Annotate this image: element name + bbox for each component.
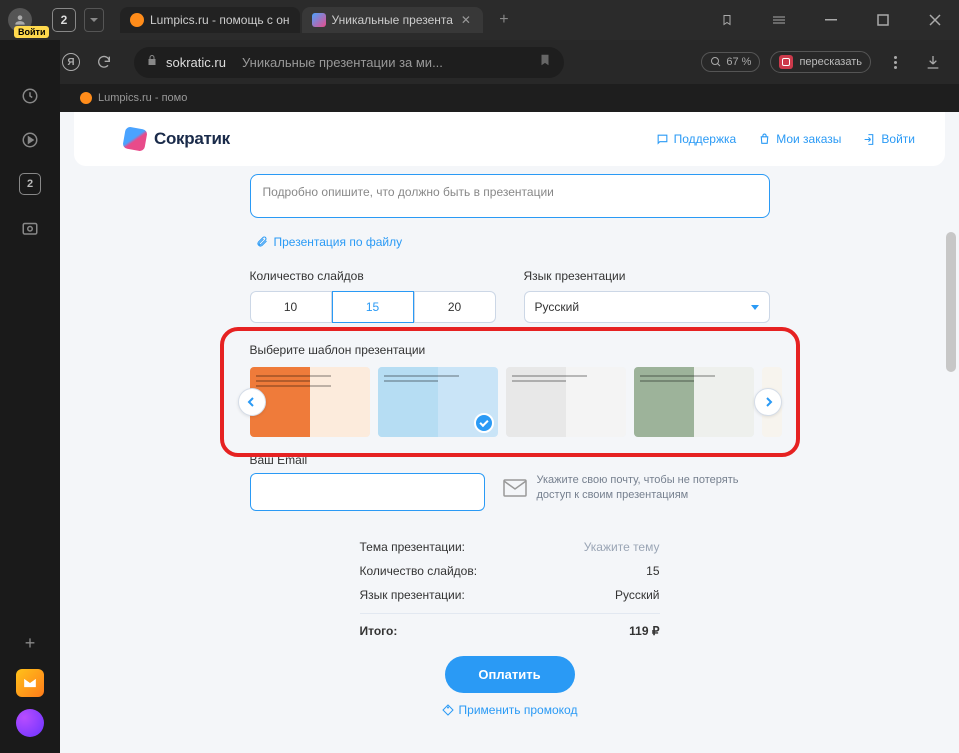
retell-icon [779, 55, 793, 69]
carousel-prev-button[interactable] [238, 388, 266, 416]
page-content: Сократик Поддержка Мои заказы Войти През… [60, 112, 959, 753]
more-icon[interactable] [881, 48, 909, 76]
pinned-tab-title[interactable]: Lumpics.ru - помо [98, 92, 187, 104]
menu-icon[interactable] [763, 4, 795, 36]
pay-button[interactable]: Оплатить [445, 656, 575, 693]
description-textarea[interactable] [250, 174, 770, 218]
add-panel-icon[interactable]: + [16, 629, 44, 657]
tab-counter[interactable]: 2 [52, 8, 76, 32]
tab-title: Lumpics.ru - помощь с он [150, 13, 290, 27]
scrollbar-thumb[interactable] [946, 232, 956, 372]
template-label: Выберите шаблон презентации [250, 343, 770, 357]
alice-icon[interactable] [16, 709, 44, 737]
support-link[interactable]: Поддержка [656, 132, 737, 146]
slide-option[interactable]: 20 [414, 291, 496, 323]
tab-title: Уникальные презента [332, 13, 453, 27]
login-badge[interactable]: Войти [14, 26, 49, 38]
close-button[interactable] [919, 4, 951, 36]
mail-icon [503, 479, 527, 497]
history-icon[interactable] [16, 82, 44, 110]
url-field[interactable]: sokratic.ru Уникальные презентации за ми… [134, 47, 564, 78]
attachment-icon [256, 236, 268, 248]
total-label: Итого: [360, 624, 398, 638]
orders-link[interactable]: Мои заказы [758, 132, 841, 146]
order-summary: Тема презентации:Укажите тему Количество… [360, 535, 660, 717]
reload-icon[interactable] [90, 48, 118, 76]
tab-favicon-icon [312, 13, 326, 27]
file-upload-link[interactable]: Презентация по файлу [256, 235, 403, 249]
carousel-next-button[interactable] [754, 388, 782, 416]
email-field[interactable] [250, 473, 485, 511]
pinned-favicon-icon [80, 92, 92, 104]
login-link[interactable]: Войти [863, 132, 915, 146]
play-icon[interactable] [16, 126, 44, 154]
brand-name: Сократик [154, 129, 230, 149]
url-domain: sokratic.ru [166, 55, 226, 70]
tab-counter-sidebar[interactable]: 2 [16, 170, 44, 198]
browser-tab[interactable]: Уникальные презента ✕ [302, 7, 483, 33]
pinned-tabs-bar: Lumpics.ru - помо [60, 84, 959, 112]
total-value: 119 ₽ [629, 624, 659, 638]
promo-link[interactable]: Применить промокод [360, 703, 660, 717]
email-label: Ваш Email [250, 453, 485, 467]
user-menu[interactable]: Войти [8, 8, 32, 32]
brand-logo-icon [122, 126, 147, 151]
screenshot-icon[interactable] [16, 214, 44, 242]
tabs-dropdown[interactable] [84, 8, 104, 32]
brand[interactable]: Сократик [124, 128, 230, 150]
bookmark-header-icon[interactable] [711, 4, 743, 36]
slide-option[interactable]: 10 [250, 291, 332, 323]
template-thumbnail[interactable] [250, 367, 370, 437]
slide-option[interactable]: 15 [332, 291, 414, 323]
mail-icon[interactable] [16, 669, 44, 697]
bookmark-icon[interactable] [538, 53, 552, 72]
template-thumbnail[interactable] [634, 367, 754, 437]
tab-favicon-icon [130, 13, 144, 27]
lock-icon [146, 53, 158, 71]
downloads-icon[interactable] [919, 48, 947, 76]
window-titlebar: Войти 2 Lumpics.ru - помощь с он Уникаль… [0, 0, 959, 40]
template-carousel [250, 367, 770, 437]
tab-close-icon[interactable]: ✕ [459, 13, 473, 27]
site-header: Сократик Поддержка Мои заказы Войти [74, 112, 945, 166]
yandex-logo-icon[interactable]: Я [62, 53, 80, 71]
url-title: Уникальные презентации за ми... [242, 55, 443, 70]
slides-options: 10 15 20 [250, 291, 496, 323]
chevron-down-icon [751, 305, 759, 310]
slides-count-label: Количество слайдов [250, 269, 496, 283]
address-bar: Я sokratic.ru Уникальные презентации за … [0, 40, 959, 84]
template-thumbnail[interactable] [378, 367, 498, 437]
new-tab-button[interactable]: + [491, 7, 517, 33]
minimize-button[interactable] [815, 4, 847, 36]
browser-tab[interactable]: Lumpics.ru - помощь с он [120, 7, 300, 33]
language-label: Язык презентации [524, 269, 770, 283]
scrollbar[interactable] [946, 112, 956, 753]
tag-icon [442, 704, 454, 716]
browser-sidebar: 2 + [0, 40, 60, 753]
maximize-button[interactable] [867, 4, 899, 36]
check-icon [474, 413, 494, 433]
zoom-indicator[interactable]: 67 % [701, 52, 760, 72]
retell-button[interactable]: пересказать [770, 51, 871, 73]
template-thumbnail[interactable] [506, 367, 626, 437]
email-hint: Укажите свою почту, чтобы не потерять до… [503, 453, 770, 511]
language-select[interactable]: Русский [524, 291, 770, 323]
